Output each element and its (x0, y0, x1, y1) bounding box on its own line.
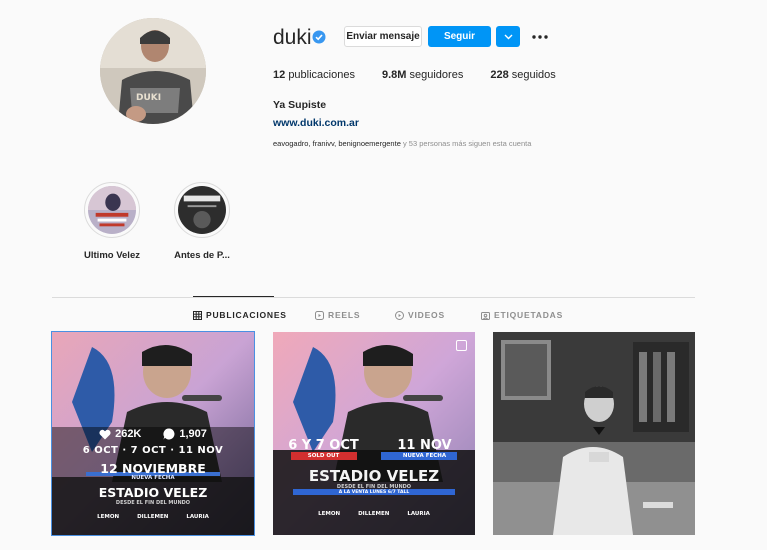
profile-avatar[interactable]: DUKI (100, 18, 206, 124)
grid-icon (193, 310, 202, 320)
poster-venue: ESTADIO VELEZ (98, 485, 208, 500)
post-1[interactable]: 262K 1,907 6 OCT · 7 OCT · 11 NOV 12 NOV… (51, 331, 255, 536)
poster-venue: ESTADIO VELEZ (308, 467, 440, 485)
tab-label: REELS (328, 310, 361, 320)
active-tab-indicator (193, 296, 274, 297)
more-options-button[interactable] (530, 26, 550, 47)
followed-by-note[interactable]: eavogadro, franivv, benignoemergente y 5… (273, 139, 531, 148)
tab-label: ETIQUETADAS (494, 310, 564, 320)
sponsor: DILLEMEN (137, 514, 169, 520)
poster-new-date: NUEVA FECHA (131, 475, 175, 481)
suggested-accounts-button[interactable] (496, 26, 520, 47)
sponsor: LAURIA (186, 514, 209, 520)
highlight-label: Ultimo Velez (84, 250, 140, 261)
poster-dates: 6 OCT · 7 OCT · 11 NOV (82, 445, 224, 456)
following-count[interactable]: 228 seguidos (490, 69, 555, 81)
poster-date-big: 12 NOVIEMBRE (100, 461, 206, 476)
post-image (273, 332, 475, 535)
tab-etiquetadas[interactable]: ETIQUETADAS (481, 310, 563, 320)
highlight-cover (178, 186, 226, 234)
comments-count: 1,907 (179, 428, 207, 440)
followed-by-names: eavogadro, franivv, benignoemergente (273, 139, 401, 148)
poster-date-right: 11 NOV (397, 438, 452, 453)
more-dots-icon (532, 34, 548, 39)
poster-sponsors: LEMON DILLEMEN LAURIA (273, 511, 475, 517)
post-engagement-overlay: 262K 1,907 (52, 428, 254, 440)
profile-username: duki (273, 26, 312, 49)
comments-stat: 1,907 (163, 428, 207, 440)
likes-count: 262K (115, 428, 142, 440)
sponsor: LEMON (97, 514, 120, 520)
sponsor: LEMON (318, 511, 341, 517)
likes-stat: 262K (99, 428, 141, 440)
poster-subtitle: DESDE EL FIN DEL MUNDO (115, 500, 191, 506)
sponsor: DILLEMEN (358, 511, 390, 517)
send-message-button[interactable]: Enviar mensaje (344, 26, 422, 47)
tab-videos[interactable]: VIDEOS (395, 310, 445, 320)
poster-sponsors: LEMON DILLEMEN LAURIA (52, 514, 254, 520)
tab-reels[interactable]: REELS (315, 310, 360, 320)
followers-count[interactable]: 9.8M seguidores (382, 69, 463, 81)
highlight-ultimo-velez[interactable]: Ultimo Velez (82, 182, 142, 261)
highlight-label: Antes de P... (174, 250, 230, 261)
poster-sold-out: SOLD OUT (307, 453, 340, 459)
highlight-antes-de-p[interactable]: Antes de P... (172, 182, 232, 261)
posts-count: 12 publicaciones (273, 69, 355, 81)
chevron-down-icon (504, 34, 512, 39)
tabs-divider (52, 297, 695, 298)
profile-website-link[interactable]: www.duki.com.ar (273, 117, 359, 129)
post-image (493, 332, 695, 535)
highlight-cover (88, 186, 136, 234)
tab-publicaciones[interactable]: PUBLICACIONES (193, 310, 287, 320)
heart-icon (99, 429, 111, 439)
poster-new-date: NUEVA FECHA (402, 453, 447, 459)
post-2[interactable]: 6 Y 7 OCT SOLD OUT 11 NOV NUEVA FECHA ES… (273, 332, 475, 535)
poster-sale: A LA VENTA LUNES 6/7 TALL (338, 490, 410, 495)
carousel-icon (456, 340, 467, 351)
follow-button[interactable]: Seguir (428, 26, 491, 47)
reels-icon (315, 310, 324, 320)
verified-badge-icon (312, 30, 326, 44)
tab-label: PUBLICACIONES (206, 310, 287, 320)
poster-date-left: 6 Y 7 OCT (288, 438, 359, 453)
profile-full-name: Ya Supiste (273, 99, 327, 111)
followed-by-rest: y 53 personas más siguen esta cuenta (400, 139, 532, 148)
sponsor: LAURIA (407, 511, 430, 517)
comment-icon (163, 428, 175, 440)
highlight-ring (84, 182, 140, 238)
profile-stats: 12 publicaciones 9.8M seguidores 228 seg… (273, 69, 583, 81)
svg-text:DUKI: DUKI (136, 93, 161, 103)
tag-icon (481, 311, 490, 320)
tab-label: VIDEOS (408, 310, 445, 320)
post-3[interactable] (493, 332, 695, 535)
highlight-ring (174, 182, 230, 238)
video-icon (395, 310, 404, 320)
